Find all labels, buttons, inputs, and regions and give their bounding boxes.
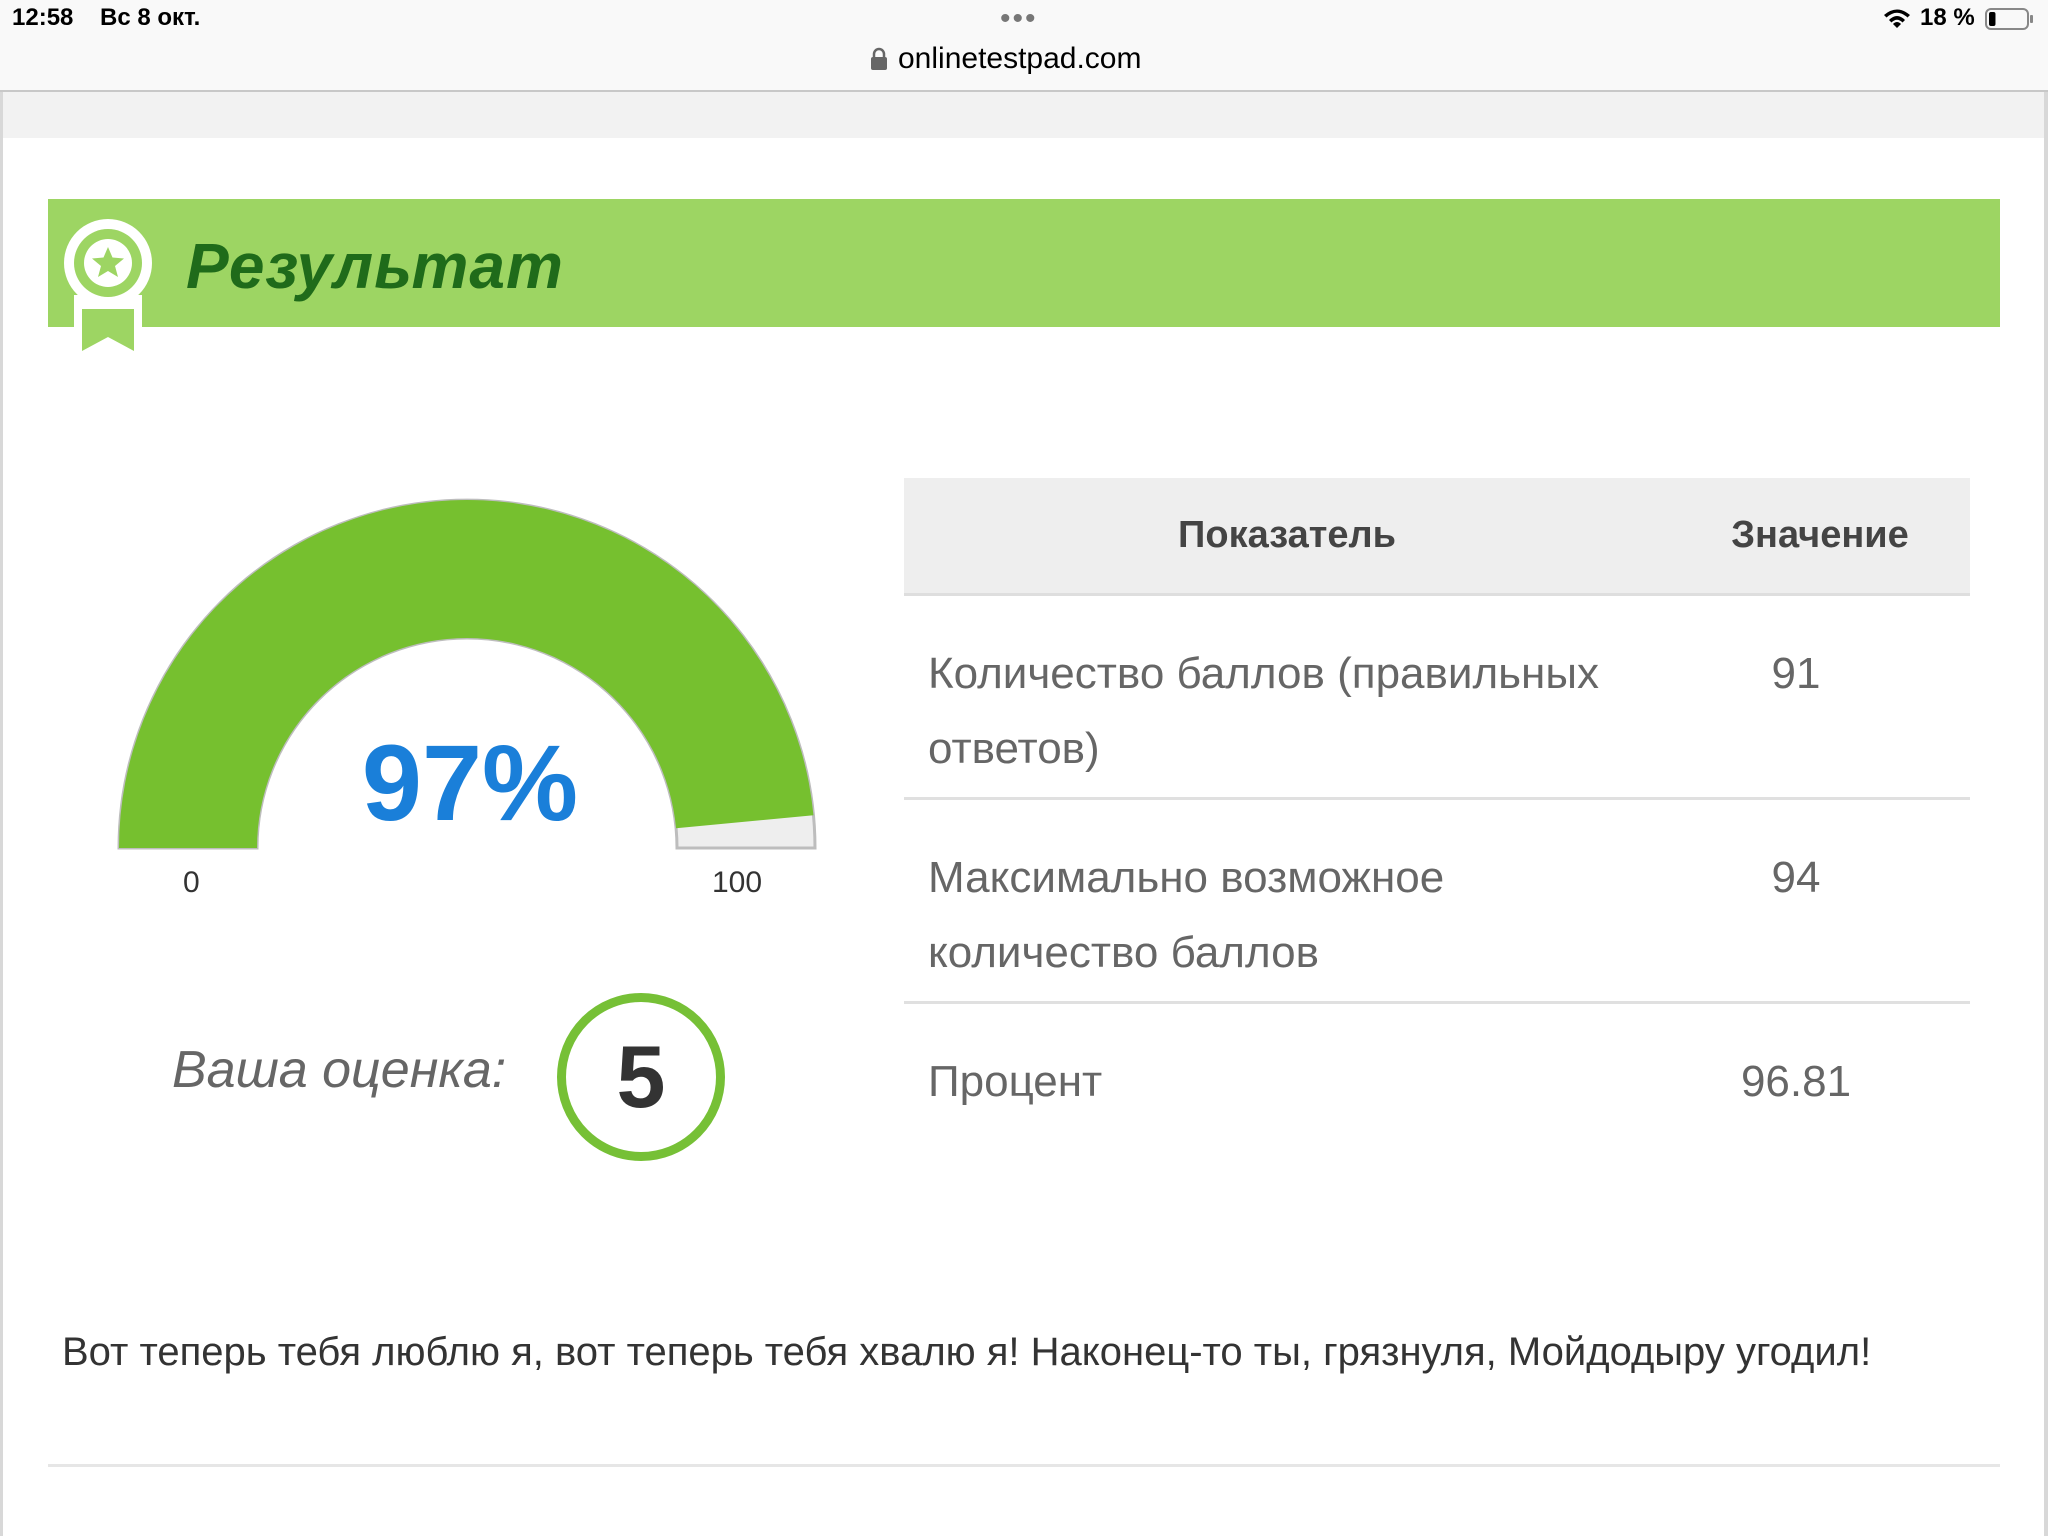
row-value: 96.81 bbox=[1740, 1057, 1852, 1106]
table-row: Максимально возможное количество баллов … bbox=[904, 800, 1970, 1004]
row-value: 94 bbox=[1771, 853, 1821, 902]
page-frame-left bbox=[0, 92, 3, 1536]
gauge-percent: 97% bbox=[361, 722, 579, 843]
lock-icon bbox=[871, 47, 887, 70]
result-title: Результат bbox=[186, 230, 564, 302]
row-indicator: Максимально возможное количество баллов bbox=[928, 853, 1445, 977]
url-text: onlinetestpad.com bbox=[898, 42, 1142, 75]
award-ribbon-icon bbox=[64, 219, 152, 355]
address-bar[interactable]: onlinetestpad.com bbox=[870, 42, 1142, 76]
column-header-value: Значение bbox=[1731, 514, 1909, 556]
score-gauge bbox=[117, 498, 817, 850]
page-top-band bbox=[0, 92, 2048, 138]
divider bbox=[48, 1464, 2000, 1467]
grade-badge: 5 bbox=[557, 993, 725, 1161]
multitasking-dots-icon[interactable]: ••• bbox=[1000, 4, 1038, 34]
table-header: Показатель Значение bbox=[904, 478, 1970, 596]
table-row: Количество баллов (правильных ответов) 9… bbox=[904, 596, 1970, 800]
results-table: Показатель Значение Количество баллов (п… bbox=[904, 478, 1970, 1130]
gauge-max-label: 100 bbox=[712, 866, 763, 899]
result-message: Вот теперь тебя люблю я, вот теперь тебя… bbox=[62, 1330, 1872, 1374]
row-value: 91 bbox=[1771, 649, 1821, 698]
gauge-min-label: 0 bbox=[183, 866, 200, 899]
row-indicator: Процент bbox=[928, 1057, 1103, 1106]
status-time: 12:58 bbox=[12, 4, 74, 31]
page-frame-right bbox=[2044, 92, 2048, 1536]
table-row: Процент 96.81 bbox=[904, 1004, 1970, 1130]
battery-percent: 18 % bbox=[1920, 4, 1975, 31]
row-indicator: Количество баллов (правильных ответов) bbox=[928, 649, 1599, 773]
result-banner: Результат bbox=[48, 199, 2000, 355]
status-bar: 12:58 Вс 8 окт. ••• 18 % onlinetestpad.c… bbox=[0, 0, 2048, 92]
grade-value: 5 bbox=[616, 1027, 666, 1126]
status-date: Вс 8 окт. bbox=[100, 4, 201, 31]
battery-icon bbox=[1985, 8, 2033, 30]
wifi-icon bbox=[1884, 9, 1910, 28]
grade-label: Ваша оценка: bbox=[172, 1041, 507, 1099]
column-header-indicator: Показатель bbox=[1178, 514, 1396, 556]
